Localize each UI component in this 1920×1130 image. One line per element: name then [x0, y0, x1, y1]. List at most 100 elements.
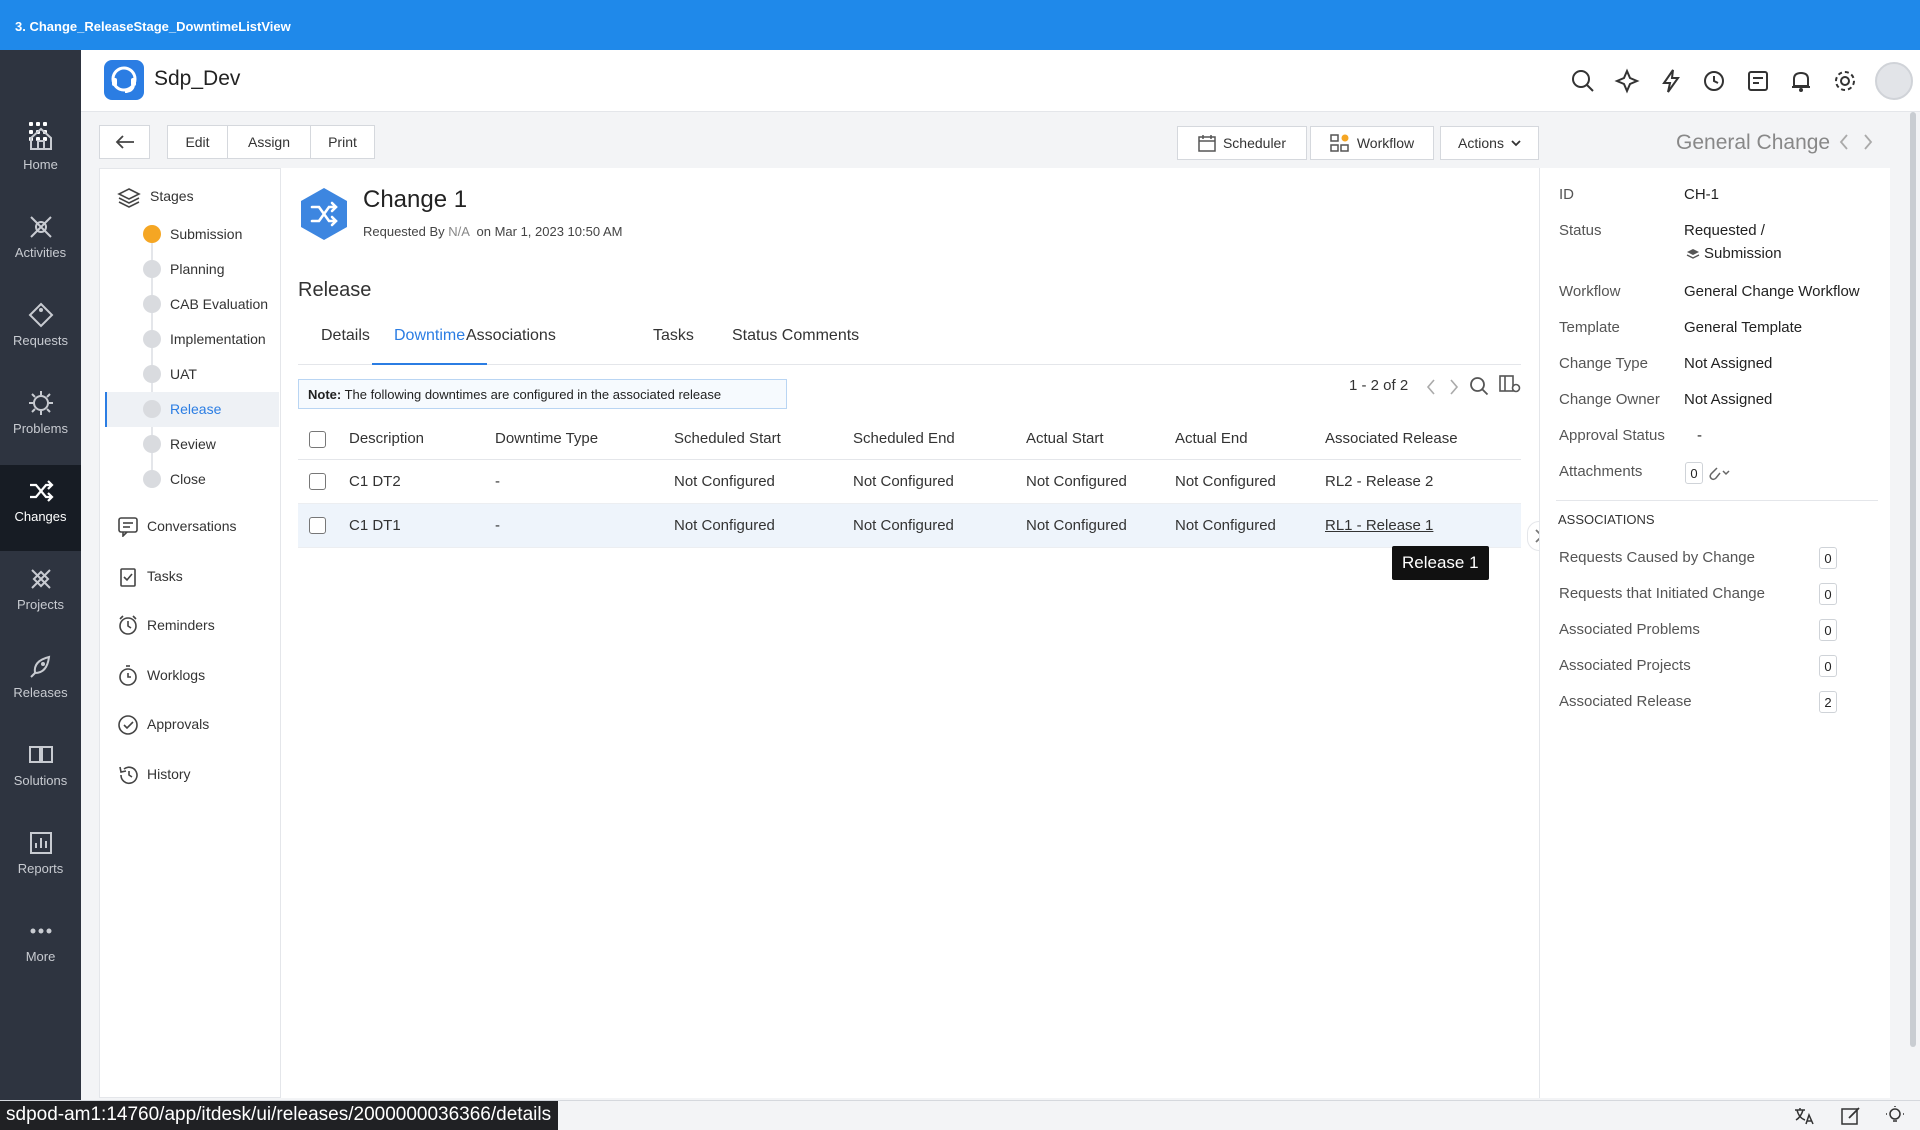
association-label[interactable]: Requests that Initiated Change [1559, 585, 1765, 602]
column-header-associated-release[interactable]: Associated Release [1325, 430, 1458, 447]
table-cell[interactable]: C1 DT1 [349, 517, 401, 534]
tab-status-comments[interactable]: Status Comments [732, 327, 859, 365]
side-menu-worklogs[interactable]: Worklogs [117, 664, 205, 686]
notes-edit-icon[interactable] [1840, 1106, 1862, 1126]
association-count[interactable]: 0 [1819, 655, 1837, 677]
lightbulb-icon[interactable] [1884, 1105, 1906, 1127]
stage-implementation[interactable]: Implementation [143, 330, 266, 348]
notifications-bell-icon[interactable] [1788, 68, 1814, 94]
nav-releases[interactable]: Releases [0, 641, 81, 727]
stage-uat[interactable]: UAT [143, 365, 197, 383]
actions-dropdown[interactable]: Actions [1440, 126, 1539, 160]
association-count[interactable]: 0 [1819, 547, 1837, 569]
side-menu-history[interactable]: History [117, 763, 191, 785]
column-header-actual-start[interactable]: Actual Start [1026, 430, 1104, 447]
nav-more[interactable]: More [0, 905, 81, 991]
tab-tasks[interactable]: Tasks [653, 327, 694, 365]
column-header-scheduled-end[interactable]: Scheduled End [853, 430, 955, 447]
nav-label: Changes [14, 509, 67, 524]
tab-details[interactable]: Details [321, 327, 370, 365]
table-row[interactable]: C1 DT2 - Not Configured Not Configured Not C… [298, 460, 1521, 504]
workflow-button[interactable]: Workflow [1310, 126, 1434, 160]
user-avatar[interactable] [1875, 62, 1913, 100]
attachment-paperclip-icon[interactable] [1707, 465, 1731, 481]
column-header-scheduled-start[interactable]: Scheduled Start [674, 430, 781, 447]
association-count[interactable]: 2 [1819, 691, 1837, 713]
table-cell: - [495, 517, 500, 534]
scheduler-button[interactable]: Scheduler [1177, 126, 1307, 160]
associated-release-link[interactable]: RL1 - Release 1 [1325, 517, 1433, 534]
row-checkbox[interactable] [309, 517, 326, 534]
stage-cab-evaluation[interactable]: CAB Evaluation [143, 295, 268, 313]
associated-release-link[interactable]: RL2 - Release 2 [1325, 473, 1433, 490]
side-menu-approvals[interactable]: Approvals [117, 713, 209, 736]
nav-activities[interactable]: Activities [0, 201, 81, 287]
page-scrollbar[interactable] [1910, 112, 1916, 1047]
column-header-downtime-type[interactable]: Downtime Type [495, 430, 598, 447]
stage-label: Review [170, 436, 216, 452]
change-type-value[interactable]: Not Assigned [1684, 355, 1772, 372]
nav-home[interactable]: Home [0, 113, 81, 199]
table-cell: Not Configured [853, 517, 954, 534]
search-icon[interactable] [1570, 68, 1596, 94]
next-record-icon[interactable] [1862, 133, 1874, 151]
previous-record-icon[interactable] [1838, 133, 1850, 151]
more-icon [30, 928, 51, 934]
stage-release[interactable]: Release [143, 400, 221, 418]
association-count[interactable]: 0 [1819, 619, 1837, 641]
tab-associations[interactable]: Associations [466, 327, 556, 365]
nav-problems[interactable]: Problems [0, 377, 81, 463]
stage-close[interactable]: Close [143, 470, 206, 488]
side-menu-reminders[interactable]: Reminders [117, 614, 215, 636]
todo-icon[interactable] [1745, 68, 1771, 94]
translate-icon[interactable] [1793, 1106, 1815, 1126]
recent-history-icon[interactable] [1701, 68, 1727, 94]
nav-reports[interactable]: Reports [0, 817, 81, 903]
ai-assist-icon[interactable] [1614, 68, 1640, 94]
workflow-value: General Change Workflow [1684, 283, 1860, 300]
table-search-icon[interactable] [1469, 376, 1489, 396]
side-menu-tasks[interactable]: Tasks [117, 565, 183, 587]
stage-submission[interactable]: Submission [143, 225, 242, 243]
column-chooser-icon[interactable] [1499, 374, 1521, 394]
requester-name[interactable]: N/A [448, 224, 469, 239]
nav-changes[interactable]: Changes [0, 465, 81, 551]
edit-button[interactable]: Edit [167, 125, 228, 159]
assign-button[interactable]: Assign [227, 125, 311, 159]
association-label[interactable]: Requests Caused by Change [1559, 549, 1755, 566]
association-label[interactable]: Associated Release [1559, 693, 1692, 710]
side-menu-label: History [147, 766, 191, 782]
select-all-checkbox[interactable] [309, 431, 326, 448]
association-count[interactable]: 0 [1819, 583, 1837, 605]
problems-icon [28, 391, 53, 415]
nav-solutions[interactable]: Solutions [0, 729, 81, 815]
side-menu-conversations[interactable]: Conversations [117, 515, 237, 537]
association-label[interactable]: Associated Projects [1559, 657, 1691, 674]
print-button[interactable]: Print [310, 125, 375, 159]
table-cell: Not Configured [853, 473, 954, 490]
nav-projects[interactable]: Projects [0, 553, 81, 639]
nav-requests[interactable]: Requests [0, 289, 81, 375]
status-value[interactable]: Requested / [1684, 222, 1765, 239]
change-owner-value[interactable]: Not Assigned [1684, 391, 1772, 408]
stage-label: UAT [170, 366, 197, 382]
column-header-actual-end[interactable]: Actual End [1175, 430, 1248, 447]
back-button[interactable] [99, 125, 150, 159]
nav-label: Home [23, 157, 58, 172]
note-label: Note: [308, 387, 342, 402]
association-label[interactable]: Associated Problems [1559, 621, 1700, 638]
quick-actions-icon[interactable] [1658, 68, 1684, 94]
table-cell[interactable]: C1 DT2 [349, 473, 401, 490]
column-header-description[interactable]: Description [349, 430, 424, 447]
stage-review[interactable]: Review [143, 435, 216, 453]
status-stage-label: Submission [1704, 245, 1782, 262]
previous-page-icon[interactable] [1425, 378, 1437, 396]
reminders-icon [119, 615, 137, 635]
settings-gear-icon[interactable] [1832, 68, 1858, 94]
row-checkbox[interactable] [309, 473, 326, 490]
stage-planning[interactable]: Planning [143, 260, 225, 278]
worklogs-icon [119, 664, 137, 686]
status-stage: Submission [1686, 245, 1782, 262]
next-page-icon[interactable] [1448, 378, 1460, 396]
table-row[interactable]: C1 DT1 - Not Configured Not Configured Not C… [298, 504, 1521, 548]
